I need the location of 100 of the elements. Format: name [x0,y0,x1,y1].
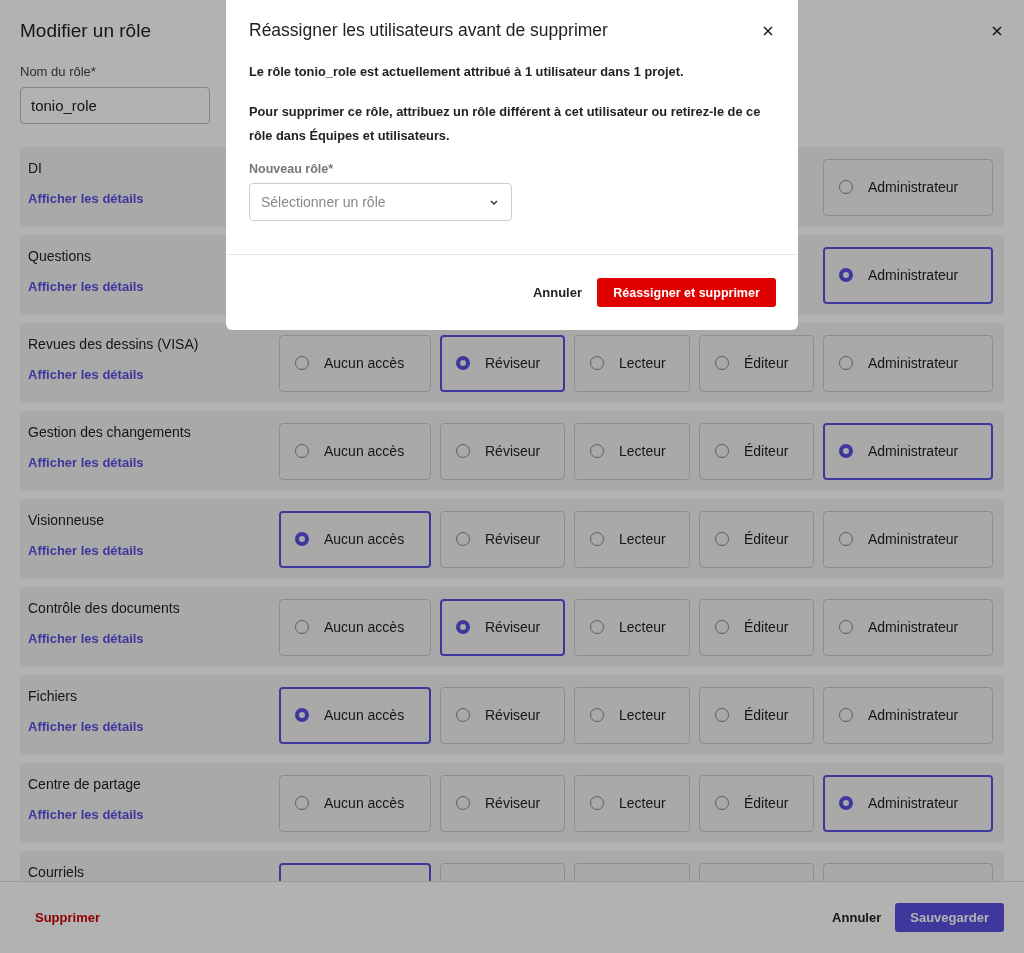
option-label: Lecteur [619,531,666,547]
details-link[interactable]: Afficher les détails [28,543,144,558]
details-link[interactable]: Afficher les détails [28,807,144,822]
role-option[interactable]: Administrateur [823,422,993,480]
role-option[interactable]: Lecteur [574,334,690,392]
option-label: Lecteur [619,707,666,723]
dialog-text: Le rôle tonio_role est actuellement attribué à 1 utilisateur dans 1 projet. [249,63,685,81]
role-name-field[interactable]: tonio_role [20,87,210,124]
option-label: Aucun accès [324,795,405,811]
chevron-icon [490,199,498,205]
role-option[interactable]: Administrateur [823,334,993,392]
option-label: Administrateur [868,355,959,371]
role-option[interactable]: Administrateur [823,510,993,568]
dialog-title: Réassigner les utilisateurs avant de supprimer [249,20,608,41]
permission-name: Visionneuse [28,512,106,528]
radio-icon[interactable] [456,356,470,370]
permission-name: Courriels [28,864,84,880]
option-label: Éditeur [744,355,789,371]
option-label: Réviseur [485,707,541,723]
permission-name: Contrôle des documents [28,600,180,616]
role-option[interactable]: Administrateur [823,598,993,656]
option-label: Réviseur [485,795,541,811]
radio-icon[interactable] [456,620,470,634]
radio-icon[interactable] [839,796,853,810]
role-option[interactable]: Aucun accès [279,510,431,568]
option-label: Administrateur [868,619,959,635]
details-link[interactable]: Afficher les détails [28,367,199,382]
role-option[interactable]: Administrateur [823,686,993,744]
role-option[interactable]: Lecteur [574,686,690,744]
role-option[interactable]: Réviseur [440,774,565,832]
role-option[interactable]: Lecteur [574,774,690,832]
role-option[interactable]: Aucun accès [279,422,431,480]
option-label: Lecteur [619,443,666,459]
option-label: Administrateur [868,179,959,195]
role-option[interactable]: Réviseur [440,510,565,568]
option-label: Lecteur [619,619,666,635]
role-option[interactable]: Administrateur [823,158,993,216]
role-option[interactable]: Lecteur [574,422,690,480]
details-link[interactable]: Afficher les détails [28,719,144,734]
role-option[interactable]: Éditeur [699,510,814,568]
cancel-button[interactable]: Annuler [532,285,582,300]
permission-name: Revues des dessins (VISA) [28,336,199,352]
role-option[interactable]: Aucun accès [279,598,431,656]
option-label: Aucun accès [324,531,405,547]
role-option[interactable]: Lecteur [574,598,690,656]
option-label: Administrateur [868,531,959,547]
option-label: Aucun accès [324,619,405,635]
role-option[interactable]: Éditeur [699,686,814,744]
close-icon[interactable] [992,26,1002,36]
radio-icon[interactable] [295,708,309,722]
role-option[interactable]: Réviseur [440,422,565,480]
save-button[interactable]: Sauvegarder [895,903,1004,932]
role-option[interactable]: Éditeur [699,774,814,832]
role-option[interactable]: Éditeur [699,334,814,392]
option-label: Éditeur [744,531,789,547]
radio-icon[interactable] [839,444,853,458]
details-link[interactable]: Afficher les détails [28,631,180,646]
role-select[interactable]: Sélectionner un rôle [249,183,512,221]
option-label: Éditeur [744,707,789,723]
role-option[interactable]: Lecteur [574,510,690,568]
permission-name: Fichiers [28,688,78,704]
role-option[interactable]: Aucun accès [279,774,431,832]
role-option[interactable]: Aucun accès [279,334,431,392]
confirm-button[interactable]: Réassigner et supprimer [597,278,776,307]
role-option[interactable]: Aucun accès [279,686,431,744]
option-label: Aucun accès [324,443,405,459]
option-label: Lecteur [619,795,666,811]
details-link[interactable]: Afficher les détails [28,455,191,470]
details-link[interactable]: Afficher les détails [28,279,144,294]
option-label: Administrateur [868,795,959,811]
radio-icon[interactable] [295,532,309,546]
delete-link[interactable]: Supprimer [35,910,100,925]
option-label: Administrateur [868,267,959,283]
cancel-button[interactable]: Annuler [832,910,882,925]
option-label: Réviseur [485,619,541,635]
option-label: Éditeur [744,795,789,811]
role-option[interactable]: Administrateur [823,246,993,304]
option-label: Administrateur [868,707,959,723]
permission-name: Centre de partage [28,776,142,792]
permission-name: DI [28,160,43,176]
close-icon[interactable] [763,25,773,36]
permission-name: Questions [28,248,93,264]
option-label: Administrateur [868,443,959,459]
role-option[interactable]: Réviseur [440,686,565,744]
option-label: Réviseur [485,355,541,371]
field-label: Nom du rôle* [20,64,96,79]
option-label: Lecteur [619,355,666,371]
role-option[interactable]: Réviseur [440,334,565,392]
option-label: Aucun accès [324,355,405,371]
option-label: Réviseur [485,531,541,547]
option-label: Éditeur [744,443,789,459]
role-option[interactable]: Administrateur [823,774,993,832]
page-title: Modifier un rôle [20,20,151,42]
role-option[interactable]: Réviseur [440,598,565,656]
radio-icon[interactable] [839,268,853,282]
option-label: Réviseur [485,443,541,459]
role-option[interactable]: Éditeur [699,598,814,656]
role-option[interactable]: Éditeur [699,422,814,480]
details-link[interactable]: Afficher les détails [28,191,144,206]
dialog-text: Pour supprimer ce rôle, attribuez un rôle différent à cet utilisateur ou retirez-le de ce rôle dans Équipes et utilisateurs. [249,103,762,145]
